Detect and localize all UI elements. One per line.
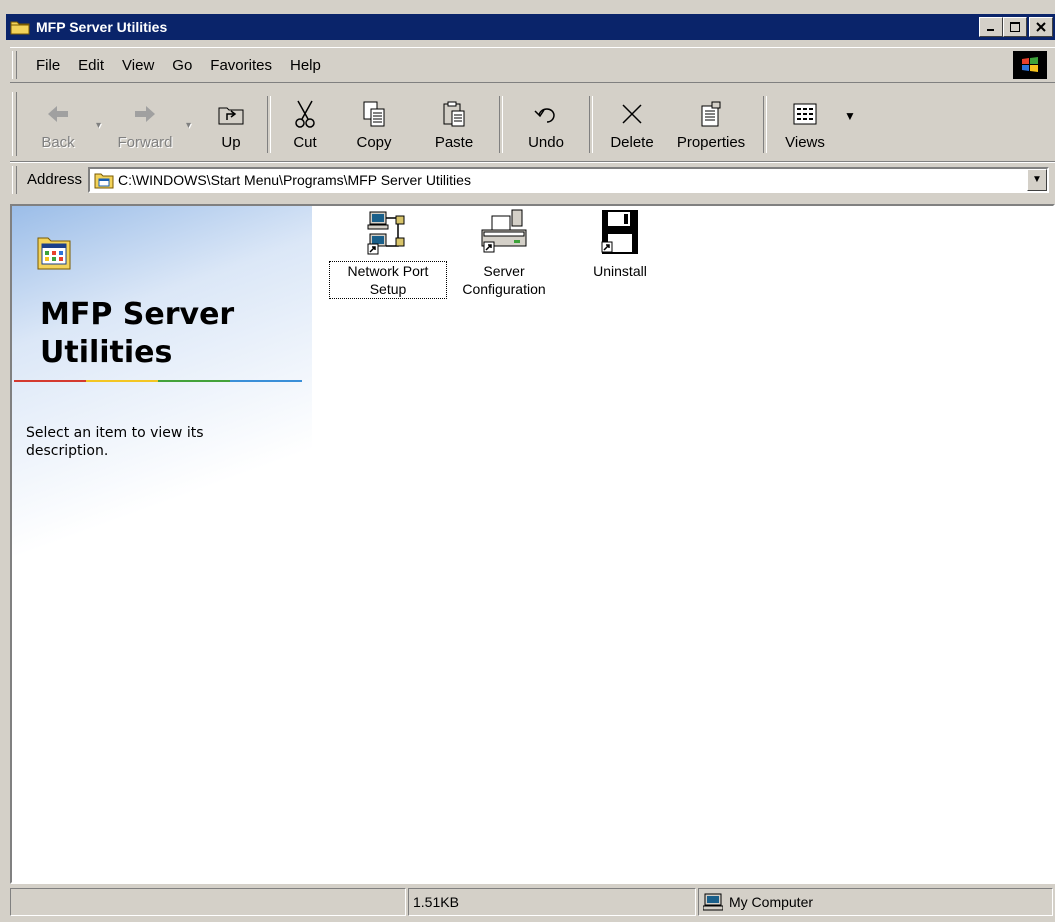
title-bar[interactable]: MFP Server Utilities <box>6 14 1055 40</box>
web-view-title: MFP Server Utilities <box>40 297 235 370</box>
menu-grip <box>12 51 17 79</box>
printer-icon <box>481 209 527 253</box>
delete-button[interactable]: Delete <box>599 88 665 161</box>
file-list: Network Port Setup Server Configuration <box>329 208 678 299</box>
undo-icon <box>534 108 555 123</box>
my-computer-icon <box>703 893 723 911</box>
file-network-port-setup[interactable]: Network Port Setup <box>329 208 447 299</box>
menu-file[interactable]: File <box>27 57 69 74</box>
status-size: 1.51KB <box>408 888 696 916</box>
properties-button[interactable]: Properties <box>665 88 757 161</box>
copy-button[interactable]: Copy <box>333 88 415 161</box>
window-title: MFP Server Utilities <box>36 19 168 35</box>
web-view-panel: MFP Server Utilities Select an item to v… <box>12 206 312 882</box>
properties-icon <box>701 101 721 127</box>
window-frame <box>0 0 6 922</box>
file-label: Uninstall <box>593 263 647 279</box>
chevron-down-icon: ▼ <box>1032 174 1042 185</box>
up-button[interactable]: Up <box>201 88 261 161</box>
address-bar: Address C:\WINDOWS\Start Menu\Programs\M… <box>10 162 1055 196</box>
floppy-icon <box>601 210 638 254</box>
toolbar-grip <box>12 92 17 156</box>
copy-icon <box>363 101 385 127</box>
address-dropdown-button[interactable]: ▼ <box>1027 168 1047 191</box>
toolbar-separator <box>589 96 593 153</box>
back-arrow-icon <box>48 106 68 122</box>
address-grip <box>12 165 17 194</box>
forward-button[interactable]: Forward ▾ <box>111 88 191 161</box>
views-dropdown-button[interactable]: ▼ <box>837 88 863 161</box>
forward-dropdown-icon[interactable]: ▾ <box>186 120 191 131</box>
toolbar-separator <box>499 96 503 153</box>
toolbar-separator <box>763 96 767 153</box>
minimize-icon <box>987 29 994 31</box>
close-icon <box>1036 22 1046 32</box>
maximize-button[interactable] <box>1003 17 1027 37</box>
status-text-pane <box>10 888 406 916</box>
menu-view[interactable]: View <box>113 57 163 74</box>
views-icon <box>793 103 817 125</box>
forward-arrow-icon <box>135 106 155 122</box>
folder-view: MFP Server Utilities Select an item to v… <box>10 204 1055 884</box>
programs-folder-icon <box>94 173 114 188</box>
web-view-divider <box>14 380 302 382</box>
standard-toolbar: Back ▾ Forward ▾ Up Cut Copy Paste Undo … <box>10 88 1055 162</box>
paste-button[interactable]: Paste <box>415 88 493 161</box>
menu-bar: File Edit View Go Favorites Help <box>10 47 1055 83</box>
program-group-icon <box>37 237 71 270</box>
up-folder-icon <box>218 107 244 125</box>
web-view-description: Select an item to view its description. <box>26 425 204 459</box>
back-button[interactable]: Back ▾ <box>27 88 101 161</box>
close-button[interactable] <box>1029 17 1053 37</box>
windows-logo-icon <box>1013 51 1047 79</box>
network-port-icon <box>367 211 405 255</box>
scissors-icon <box>295 100 315 128</box>
paste-icon <box>443 101 465 127</box>
maximize-icon <box>1010 22 1020 32</box>
menu-favorites[interactable]: Favorites <box>201 57 281 74</box>
explorer-window: MFP Server Utilities File Edit View Go F… <box>0 0 1055 922</box>
address-input[interactable]: C:\WINDOWS\Start Menu\Programs\MFP Serve… <box>88 166 1049 193</box>
folder-icon <box>10 21 30 35</box>
menu-edit[interactable]: Edit <box>69 57 113 74</box>
file-label: Server Configuration <box>462 263 546 297</box>
address-label: Address <box>27 171 83 188</box>
status-bar: 1.51KB My Computer <box>10 888 1055 916</box>
back-dropdown-icon[interactable]: ▾ <box>96 120 101 131</box>
status-location: My Computer <box>698 888 1053 916</box>
file-label: Network Port Setup <box>329 261 447 299</box>
menu-go[interactable]: Go <box>163 57 201 74</box>
views-button[interactable]: Views <box>773 88 837 161</box>
file-uninstall[interactable]: Uninstall <box>562 208 678 298</box>
minimize-button[interactable] <box>979 17 1003 37</box>
toolbar-separator <box>267 96 271 153</box>
undo-button[interactable]: Undo <box>509 88 583 161</box>
cut-button[interactable]: Cut <box>277 88 333 161</box>
address-value: C:\WINDOWS\Start Menu\Programs\MFP Serve… <box>118 171 471 188</box>
views-dropdown-icon: ▼ <box>844 109 856 123</box>
status-location-label: My Computer <box>729 894 814 910</box>
delete-x-icon <box>622 104 642 124</box>
menu-help[interactable]: Help <box>281 57 330 74</box>
file-server-configuration[interactable]: Server Configuration <box>446 208 562 298</box>
